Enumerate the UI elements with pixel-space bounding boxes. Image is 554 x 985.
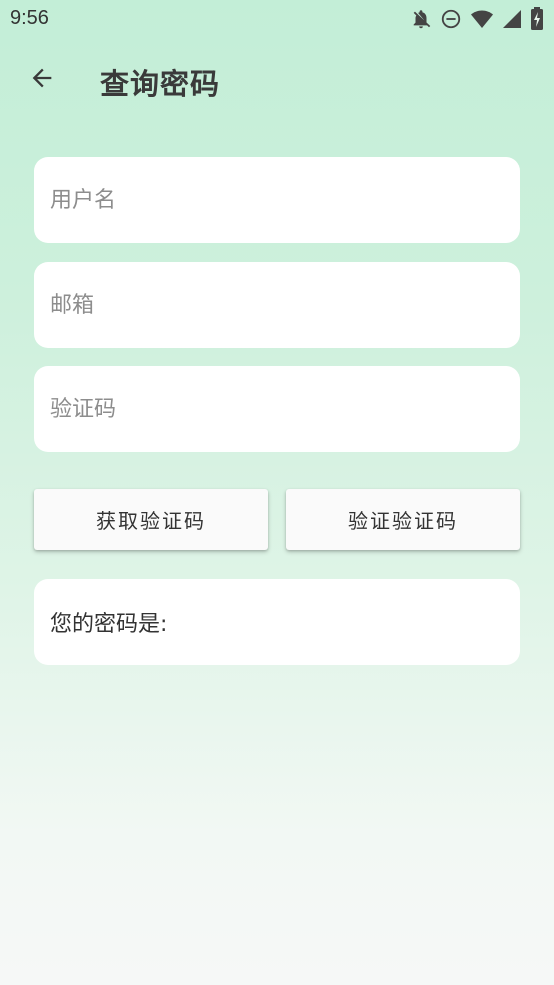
password-result-label: 您的密码是: — [50, 612, 168, 637]
status-time: 9:56 — [10, 7, 49, 29]
arrow-left-icon — [28, 64, 56, 96]
get-code-button[interactable]: 获取验证码 — [34, 489, 268, 550]
verify-code-button[interactable]: 验证验证码 — [286, 489, 520, 550]
username-input[interactable] — [34, 157, 520, 243]
page-title: 查询密码 — [100, 67, 221, 101]
verification-code-input[interactable] — [34, 366, 520, 452]
email-field-container — [34, 262, 520, 348]
bell-off-icon — [410, 8, 432, 30]
signal-icon — [502, 9, 522, 29]
status-icons — [410, 7, 544, 31]
do-not-disturb-icon — [440, 8, 462, 30]
status-bar: 9:56 — [0, 0, 554, 38]
app-bar: 查询密码 — [0, 48, 554, 112]
password-result-box: 您的密码是: — [34, 579, 520, 665]
battery-charging-icon — [530, 7, 544, 31]
username-field-container — [34, 157, 520, 243]
wifi-icon — [470, 8, 494, 30]
back-button[interactable] — [18, 56, 66, 104]
code-field-container — [34, 366, 520, 452]
email-input[interactable] — [34, 262, 520, 348]
